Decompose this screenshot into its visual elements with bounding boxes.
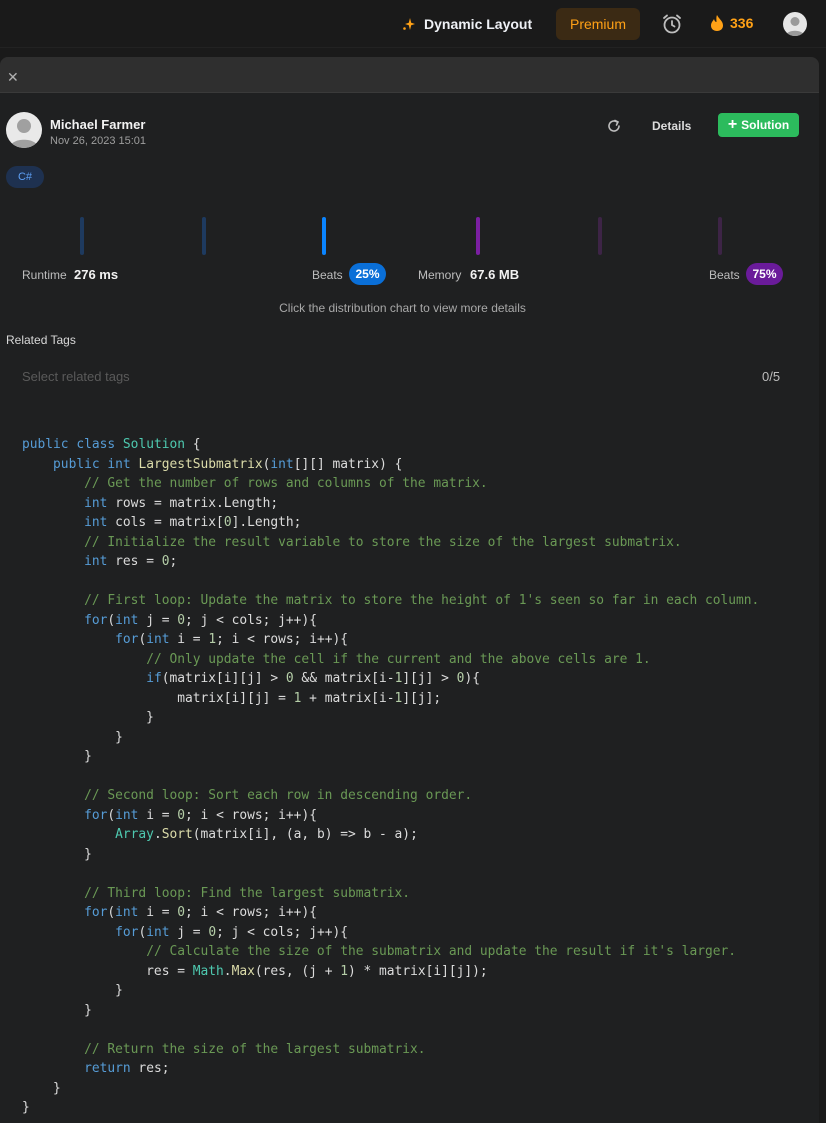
code-line: for(int i = 0; i < rows; i++){ — [84, 905, 317, 920]
code-line: // Return the size of the largest submat… — [84, 1041, 426, 1057]
code-line: // Calculate the size of the submatrix a… — [146, 944, 737, 959]
submission-panel: ✕ Michael Farmer Nov 26, 2023 15:01 Deta… — [0, 57, 819, 1123]
code-line: for(int j = 0; j < cols; j++){ — [84, 612, 317, 628]
close-icon[interactable]: ✕ — [7, 69, 19, 86]
plus-icon: + — [727, 116, 738, 133]
sparkle-icon — [403, 18, 415, 30]
alarm-clock-icon[interactable] — [661, 13, 683, 40]
streak-counter[interactable]: 336 — [710, 14, 753, 32]
memory-label: Memory — [418, 268, 462, 282]
code-line: // Initialize the result variable to sto… — [84, 534, 682, 550]
code-line: if(matrix[i][j] > 0 && matrix[i-1][j] > … — [146, 671, 480, 686]
dynamic-layout-label: Dynamic Layout — [424, 16, 533, 32]
streak-count: 336 — [730, 15, 754, 31]
memory-chart-bar[interactable] — [598, 217, 602, 255]
language-tag: C# — [6, 166, 44, 188]
memory-value: 67.6 MB — [470, 267, 520, 282]
code-line: Array.Sort(matrix[i], (a, b) => b - a); — [115, 827, 418, 842]
distribution-hint: Click the distribution chart to view mor… — [279, 301, 526, 315]
code-line: } — [22, 729, 123, 745]
code-line: } — [22, 710, 154, 725]
runtime-beats-label: Beats — [312, 268, 343, 282]
code-line: } — [22, 1080, 61, 1096]
runtime-chart-bar-current[interactable] — [322, 217, 326, 255]
code-line: // Second loop: Sort each row in descend… — [84, 788, 473, 803]
top-nav: Dynamic Layout Premium 336 — [0, 0, 826, 48]
runtime-beats-badge: 25% — [349, 263, 386, 285]
code-line: int res = 0; — [84, 554, 178, 569]
code-line: } — [22, 983, 123, 998]
code-line: res = Math.Max(res, (j + 1) * matrix[i][… — [22, 963, 488, 979]
memory-beats-label: Beats — [709, 268, 740, 282]
code-line: } — [22, 1100, 30, 1115]
code-line: int cols = matrix[0].Length; — [84, 515, 302, 530]
related-tags-input[interactable]: Select related tags — [22, 369, 130, 384]
dynamic-layout-button[interactable]: Dynamic Layout — [402, 14, 532, 34]
runtime-chart-bar[interactable] — [80, 217, 84, 255]
related-tags-count: 0/5 — [762, 369, 781, 384]
code-line: public int LargestSubmatrix(int[][] matr… — [53, 456, 403, 472]
code-line: // First loop: Update the matrix to stor… — [84, 593, 760, 608]
submission-date: Nov 26, 2023 15:01 — [50, 135, 147, 147]
code-line: for(int i = 0; i < rows; i++){ — [84, 807, 317, 823]
memory-chart-bar-current[interactable] — [476, 217, 480, 255]
related-tags-title: Related Tags — [6, 333, 76, 347]
code-line: return res; — [84, 1061, 170, 1076]
code-block[interactable]: public class Solution { public int Large… — [22, 435, 812, 1118]
code-line: for(int j = 0; j < cols; j++){ — [115, 924, 349, 940]
code-line: // Only update the cell if the current a… — [146, 651, 651, 667]
details-button[interactable]: Details — [652, 119, 691, 133]
panel-header: ✕ — [0, 57, 819, 93]
fire-icon — [711, 15, 723, 31]
code-line: public class Solution { — [22, 437, 201, 452]
code-line: // Third loop: Find the largest submatri… — [84, 885, 411, 901]
code-line: } — [22, 846, 92, 862]
code-line: int rows = matrix.Length; — [84, 495, 279, 511]
code-line: matrix[i][j] = 1 + matrix[i-1][j]; — [22, 690, 442, 706]
runtime-label: Runtime — [22, 268, 67, 282]
code-line: // Get the number of rows and columns of… — [84, 476, 488, 491]
code-line: } — [22, 749, 92, 764]
author-avatar[interactable] — [6, 112, 42, 148]
solution-button[interactable]: + Solution — [718, 113, 799, 137]
runtime-value: 276 ms — [74, 267, 119, 282]
refresh-icon[interactable] — [606, 118, 622, 139]
premium-button[interactable]: Premium — [556, 8, 640, 40]
memory-beats-badge: 75% — [746, 263, 783, 285]
memory-chart-bar[interactable] — [718, 217, 722, 255]
user-avatar[interactable] — [783, 12, 807, 36]
solution-label: Solution — [741, 118, 790, 132]
runtime-chart-bar[interactable] — [202, 217, 206, 255]
submission-detail: Michael Farmer Nov 26, 2023 15:01 Detail… — [0, 93, 819, 1123]
code-line: for(int i = 1; i < rows; i++){ — [115, 632, 349, 647]
code-line: } — [22, 1002, 92, 1018]
author-name[interactable]: Michael Farmer — [50, 117, 145, 132]
